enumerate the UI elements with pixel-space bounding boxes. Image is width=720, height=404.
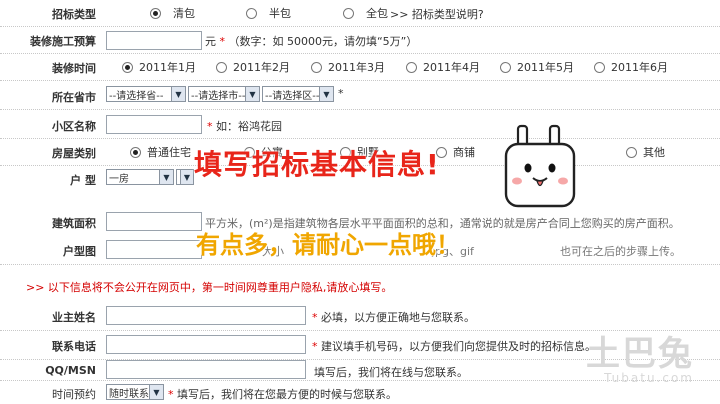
qq-label: QQ/MSN <box>45 364 96 377</box>
row-budget: 装修施工预算 元 * （数字：如 50000元，请勿填“5万”） <box>0 27 720 54</box>
bid-type-label: 招标类型 <box>52 8 96 21</box>
overlay-title: 填写招标基本信息! <box>194 148 440 181</box>
radio-label: 其他 <box>643 146 665 159</box>
time-label: 装修时间 <box>52 62 96 75</box>
radio-label: 普通住宅 <box>147 146 191 159</box>
city-select[interactable]: --请选择市-- ▼ <box>188 86 260 102</box>
owner-name-hint: * 必填，以方便正确地与您联系。 <box>312 311 475 324</box>
radio-house-4[interactable]: 商铺 <box>436 144 475 160</box>
radio-dot[interactable] <box>343 7 354 19</box>
radio-bid-type-2[interactable]: 半包 <box>246 5 291 21</box>
row-community: 小区名称 * 如：裕鸿花园 <box>0 110 720 139</box>
owner-name-input[interactable] <box>106 306 306 325</box>
area-input[interactable] <box>106 212 202 231</box>
budget-input[interactable] <box>106 31 202 50</box>
appointment-label: 时间预约 <box>52 388 96 401</box>
qq-input[interactable] <box>106 360 306 379</box>
row-province: 所在省市 --请选择省-- ▼ --请选择市-- ▼ --请选择区-- ▼ * <box>0 81 720 110</box>
radio-dot[interactable] <box>122 61 133 73</box>
province-label: 所在省市 <box>52 91 96 104</box>
house-type-label: 房屋类别 <box>52 147 96 160</box>
radio-label: 全包 <box>366 7 388 20</box>
radio-label: 2011年6月 <box>611 61 668 74</box>
radio-dot[interactable] <box>594 61 605 73</box>
appointment-hint: * 填写后，我们将在您最方便的时候与您联系。 <box>168 388 397 401</box>
appointment-select[interactable]: 随时联系 ▼ <box>106 384 164 400</box>
radio-label: 2011年2月 <box>233 61 290 74</box>
radio-label: 2011年5月 <box>517 61 574 74</box>
overlay-subtitle: 有点多，请耐心一点哦！ <box>196 231 460 259</box>
radio-time-3[interactable]: 2011年3月 <box>311 59 385 75</box>
chevron-down-icon: ▼ <box>171 87 185 101</box>
radio-time-5[interactable]: 2011年5月 <box>500 59 574 75</box>
community-label: 小区名称 <box>52 120 96 133</box>
radio-dot[interactable] <box>311 61 322 73</box>
chevron-down-icon: ▼ <box>180 170 193 184</box>
chevron-down-icon: ▼ <box>245 87 259 101</box>
bunny-mascot-icon <box>504 124 576 208</box>
layout-label: 户 型 <box>70 174 96 187</box>
radio-dot[interactable] <box>626 146 637 158</box>
radio-bid-type-1[interactable]: 清包 <box>150 5 195 21</box>
floorplan-label: 户型图 <box>63 245 96 258</box>
radio-dot[interactable] <box>500 61 511 73</box>
radio-label: 2011年4月 <box>423 61 480 74</box>
community-hint: * 如：裕鸿花园 <box>207 120 282 133</box>
radio-bid-type-3[interactable]: 全包 <box>343 5 388 21</box>
row-time: 装修时间 2011年1月 2011年2月 2011年3月 2011年4月 201… <box>0 54 720 81</box>
watermark-cn: 土巴兔 <box>586 334 694 374</box>
province-select[interactable]: --请选择省-- ▼ <box>106 86 186 102</box>
floorplan-hint-later: 也可在之后的步骤上传。 <box>560 245 681 258</box>
radio-time-4[interactable]: 2011年4月 <box>406 59 480 75</box>
community-input[interactable] <box>106 115 202 134</box>
layout-halls-select[interactable]: ▼ <box>176 169 194 185</box>
radio-label: 2011年1月 <box>139 61 196 74</box>
radio-dot[interactable] <box>150 7 161 19</box>
qq-hint: 填写后，我们将在线与您联系。 <box>314 366 468 379</box>
budget-label: 装修施工预算 <box>30 35 96 48</box>
privacy-notice: >> 以下信息将不会公开在网页中，第一时间网尊重用户隐私,请放心填写。 <box>26 281 393 294</box>
radio-dot[interactable] <box>216 61 227 73</box>
phone-hint: * 建议填手机号码，以方便我们向您提供及时的招标信息。 <box>312 340 596 353</box>
radio-label: 2011年3月 <box>328 61 385 74</box>
radio-dot[interactable] <box>246 7 257 19</box>
chevron-down-icon: ▼ <box>149 385 163 399</box>
radio-label: 半包 <box>269 7 291 20</box>
radio-label: 商铺 <box>453 146 475 159</box>
chevron-down-icon: ▼ <box>159 170 173 184</box>
radio-time-1[interactable]: 2011年1月 <box>122 59 196 75</box>
layout-rooms-select[interactable]: 一房 ▼ <box>106 169 174 185</box>
phone-label: 联系电话 <box>52 340 96 353</box>
watermark: 土巴兔 Tubatu.com <box>586 326 694 385</box>
radio-label: 清包 <box>173 7 195 20</box>
radio-house-5[interactable]: 其他 <box>626 144 665 160</box>
radio-dot[interactable] <box>406 61 417 73</box>
bid-type-help-link[interactable]: >> 招标类型说明? <box>390 6 484 22</box>
floorplan-file-input[interactable] <box>106 240 202 259</box>
radio-house-1[interactable]: 普通住宅 <box>130 144 191 160</box>
chevron-down-icon: ▼ <box>319 87 333 101</box>
row-bid-type: 招标类型 清包 半包 全包 >> 招标类型说明? <box>0 0 720 27</box>
phone-input[interactable] <box>106 335 306 354</box>
radio-dot[interactable] <box>130 146 141 158</box>
radio-time-6[interactable]: 2011年6月 <box>594 59 668 75</box>
radio-time-2[interactable]: 2011年2月 <box>216 59 290 75</box>
required-mark: * <box>338 87 344 100</box>
budget-unit: 元 * （数字：如 50000元，请勿填“5万”） <box>205 35 418 48</box>
area-label: 建筑面积 <box>52 217 96 230</box>
district-select[interactable]: --请选择区-- ▼ <box>262 86 334 102</box>
owner-name-label: 业主姓名 <box>52 311 96 324</box>
